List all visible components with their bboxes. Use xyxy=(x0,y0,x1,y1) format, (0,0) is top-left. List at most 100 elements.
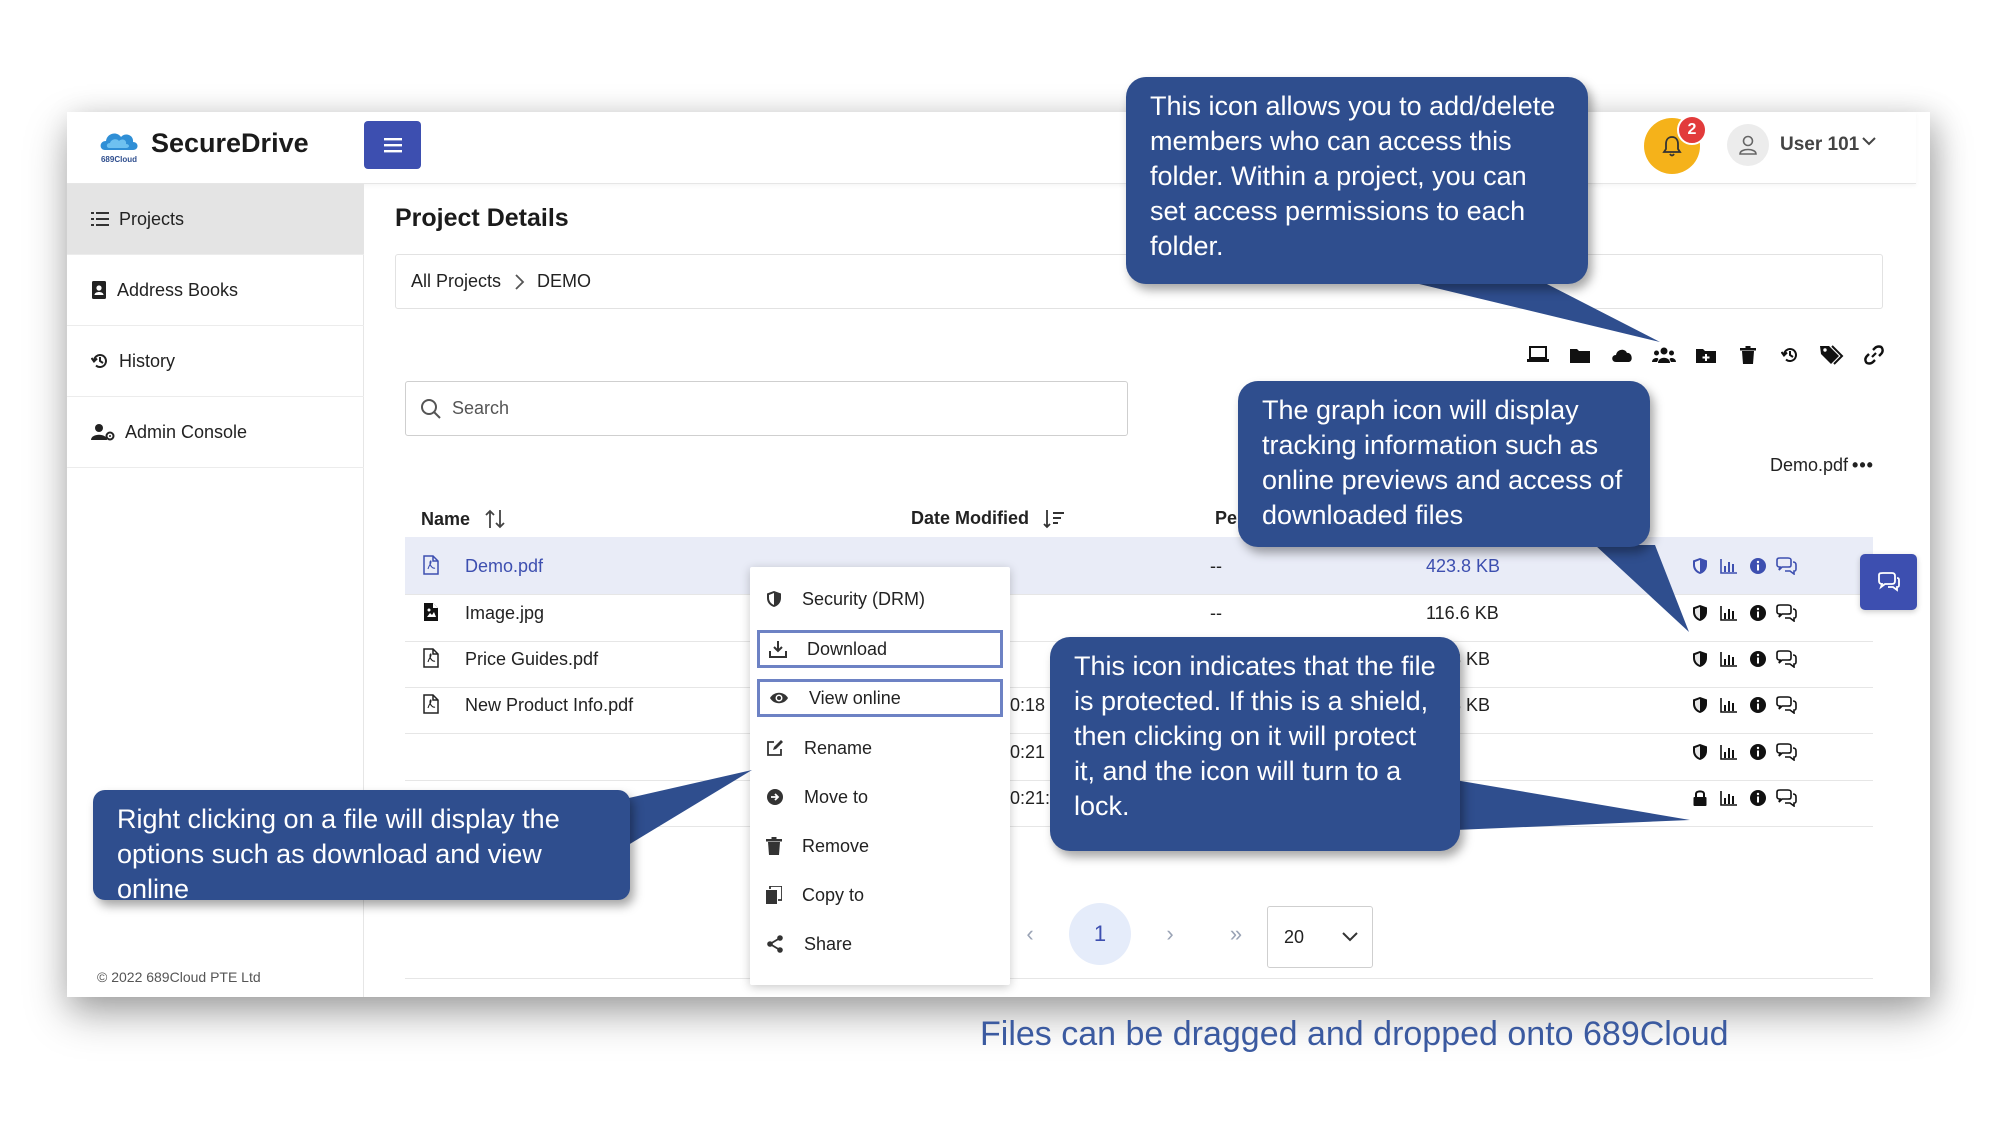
context-menu-label: View online xyxy=(809,687,901,708)
chat-button[interactable] xyxy=(1860,554,1917,610)
image-icon xyxy=(423,602,439,627)
file-size: 116.6 KB xyxy=(1426,603,1499,623)
context-menu-label: Copy to xyxy=(802,884,865,905)
file-name[interactable]: Image.jpg xyxy=(465,603,544,624)
slide-caption: Files can be dragged and dropped onto 68… xyxy=(980,1015,1729,1053)
link-icon[interactable] xyxy=(1853,340,1895,370)
column-header-permission[interactable]: Pe xyxy=(1215,508,1237,529)
page-size-select[interactable]: 20 xyxy=(1267,906,1373,968)
next-page-button[interactable]: › xyxy=(1137,903,1203,965)
shield-icon[interactable] xyxy=(1685,601,1714,625)
context-menu-share[interactable]: Share xyxy=(757,925,1003,963)
edit-icon xyxy=(766,739,794,757)
comments-icon[interactable] xyxy=(1772,693,1801,717)
graph-icon[interactable] xyxy=(1714,601,1743,625)
file-name[interactable]: New Product Info.pdf xyxy=(465,695,633,716)
laptop-icon[interactable] xyxy=(1517,340,1559,370)
move-icon xyxy=(766,788,794,806)
context-menu-view-online[interactable]: View online xyxy=(757,679,1003,717)
pagination: ‹ 1 › » xyxy=(997,903,1269,965)
column-header-date-modified[interactable]: Date Modified xyxy=(911,508,1065,529)
trash-icon[interactable] xyxy=(1727,340,1769,370)
callout-members: This icon allows you to add/delete membe… xyxy=(1126,77,1588,284)
breadcrumb-demo[interactable]: DEMO xyxy=(537,271,591,292)
search-box xyxy=(405,381,1128,436)
table-divider xyxy=(405,978,1873,979)
info-icon[interactable] xyxy=(1743,554,1772,578)
share-icon xyxy=(766,935,794,953)
breadcrumb-all-projects[interactable]: All Projects xyxy=(411,271,501,292)
graph-icon[interactable] xyxy=(1714,740,1743,764)
shield-icon[interactable] xyxy=(1685,554,1714,578)
context-menu-remove[interactable]: Remove xyxy=(757,827,1003,865)
comments-icon[interactable] xyxy=(1772,647,1801,671)
folder-icon[interactable] xyxy=(1559,340,1601,370)
info-icon[interactable] xyxy=(1743,786,1772,810)
selected-file-indicator: Demo.pdf ••• xyxy=(1770,455,1874,476)
info-icon[interactable] xyxy=(1743,740,1772,764)
sort-icon xyxy=(485,509,505,529)
page-1-button[interactable]: 1 xyxy=(1069,903,1131,965)
search-input[interactable] xyxy=(452,398,1072,419)
graph-icon[interactable] xyxy=(1714,786,1743,810)
callout-graph: The graph icon will display tracking inf… xyxy=(1238,381,1650,547)
sort-desc-icon xyxy=(1043,509,1065,528)
column-header-name[interactable]: Name xyxy=(421,508,506,530)
tags-icon[interactable] xyxy=(1811,340,1853,370)
pdf-icon xyxy=(423,694,439,719)
context-menu-rename[interactable]: Rename xyxy=(757,729,1003,767)
file-size: 423.8 KB xyxy=(1426,556,1501,576)
comments-icon[interactable] xyxy=(1772,786,1801,810)
chevron-right-icon xyxy=(513,273,525,291)
context-menu-label: Rename xyxy=(804,737,873,758)
context-menu-security-drm[interactable]: Security (DRM) xyxy=(757,580,1003,618)
last-page-button[interactable]: » xyxy=(1203,903,1269,965)
graph-icon[interactable] xyxy=(1714,693,1743,717)
copy-icon xyxy=(766,886,792,904)
eye-icon xyxy=(769,691,799,705)
file-name[interactable]: Demo.pdf xyxy=(465,556,543,577)
pdf-icon xyxy=(423,555,439,580)
context-menu: Security (DRM) Download View online Rename M… xyxy=(750,567,1010,985)
row-actions xyxy=(1685,786,1801,810)
folder-add-icon[interactable] xyxy=(1685,340,1727,370)
context-menu-download[interactable]: Download xyxy=(757,630,1003,668)
pdf-icon xyxy=(423,648,439,673)
row-actions xyxy=(1685,554,1801,578)
file-permission: -- xyxy=(1210,556,1222,576)
context-menu-label: Move to xyxy=(804,786,869,807)
callout-protect: This icon indicates that the file is pro… xyxy=(1050,637,1460,851)
context-menu-label: Share xyxy=(804,933,853,954)
lock-icon[interactable] xyxy=(1685,786,1714,810)
cloud-icon[interactable] xyxy=(1601,340,1643,370)
column-label: Date Modified xyxy=(911,508,1030,528)
graph-icon[interactable] xyxy=(1714,647,1743,671)
comments-icon[interactable] xyxy=(1772,554,1801,578)
context-menu-copy-to[interactable]: Copy to xyxy=(757,876,1003,914)
shield-icon[interactable] xyxy=(1685,740,1714,764)
file-permission: -- xyxy=(1210,603,1222,623)
page-size-value: 20 xyxy=(1284,926,1305,947)
slide: 689Cloud SecureDrive 2 User 101 Projects xyxy=(0,0,2001,1125)
row-actions xyxy=(1685,601,1801,625)
file-name[interactable]: Price Guides.pdf xyxy=(465,649,598,670)
context-menu-label: Remove xyxy=(802,835,870,856)
chat-icon xyxy=(1877,572,1900,592)
context-menu-move-to[interactable]: Move to xyxy=(757,778,1003,816)
shield-icon[interactable] xyxy=(1685,647,1714,671)
row-actions xyxy=(1685,740,1801,764)
graph-icon[interactable] xyxy=(1714,554,1743,578)
file-toolbar xyxy=(1517,340,1895,370)
info-icon[interactable] xyxy=(1743,647,1772,671)
info-icon[interactable] xyxy=(1743,693,1772,717)
more-options-button[interactable]: ••• xyxy=(1852,455,1874,476)
history-icon[interactable] xyxy=(1769,340,1811,370)
info-icon[interactable] xyxy=(1743,601,1772,625)
context-menu-label: Download xyxy=(807,638,888,659)
comments-icon[interactable] xyxy=(1772,601,1801,625)
members-icon[interactable] xyxy=(1643,340,1685,370)
comments-icon[interactable] xyxy=(1772,740,1801,764)
page-title: Project Details xyxy=(395,204,569,232)
shield-icon[interactable] xyxy=(1685,693,1714,717)
search-icon xyxy=(421,398,441,419)
